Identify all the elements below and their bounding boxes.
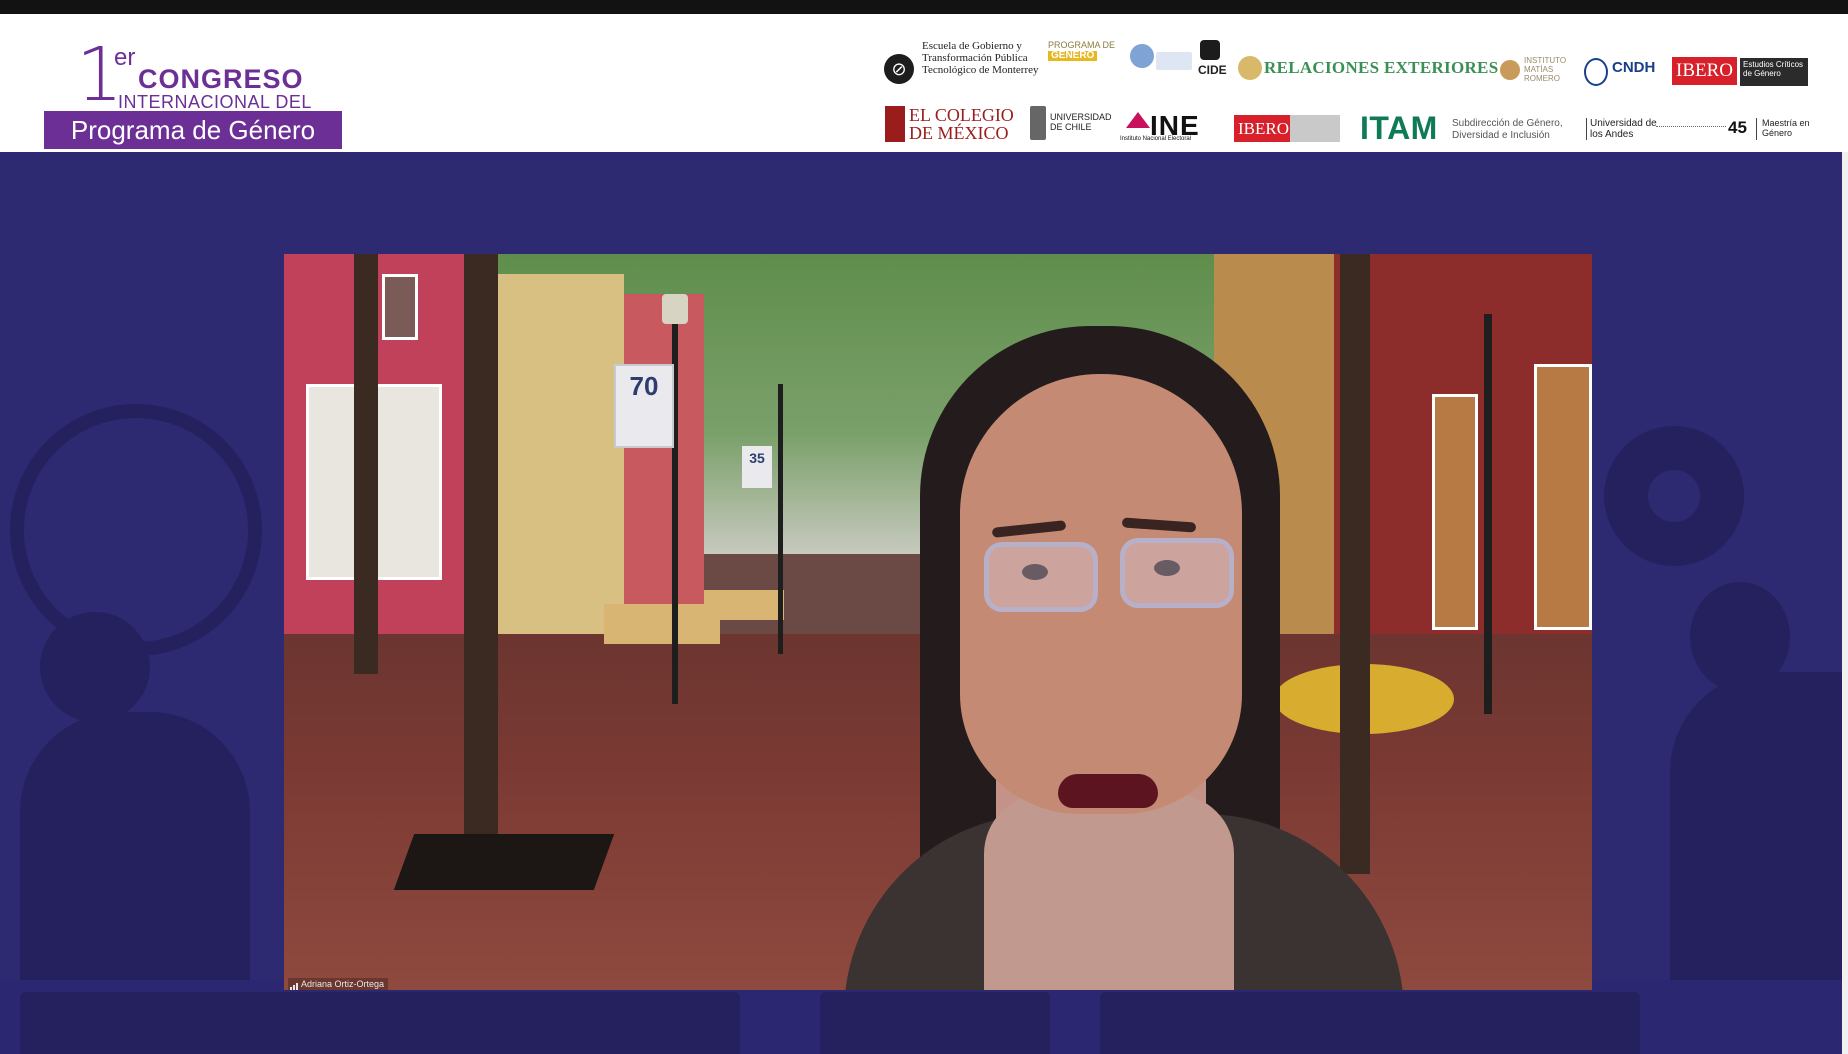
table-shape-mid <box>820 992 1050 1054</box>
ine-mark-icon <box>1126 112 1150 128</box>
top-bar <box>0 0 1848 14</box>
building-left-yellow <box>484 274 624 644</box>
participant-name: Adriana Ortiz-Ortega <box>301 979 385 989</box>
uchile-crest-icon <box>1030 106 1046 140</box>
itam-subtitle: Subdirección de Género, Diversidad e Inc… <box>1452 118 1563 142</box>
maestria-line1: Maestría en <box>1762 118 1810 128</box>
sre-seal-icon <box>1238 56 1262 80</box>
banner-sign-small: 35 <box>742 446 772 488</box>
cide-logo: CIDE <box>1198 63 1227 77</box>
cide-mark-icon <box>1200 40 1220 60</box>
table-shape-right <box>1100 992 1640 1054</box>
lamp-head <box>662 294 688 324</box>
colmex-line1: EL COLEGIO <box>909 105 1014 125</box>
participant-name-tag: Adriana Ortiz-Ortega <box>288 978 389 990</box>
university-text-icon <box>1156 52 1192 70</box>
andes-line2: los Andes <box>1590 129 1634 140</box>
cndh-logo: CNDH <box>1612 59 1656 76</box>
logo-internacional: INTERNACIONAL DEL <box>118 92 312 112</box>
silhouette-body-left <box>20 712 250 1012</box>
logo-superscript: er <box>114 44 136 71</box>
ibero-ecg-logo: Estudios Críticos de Género <box>1740 58 1808 86</box>
imr-logo: INSTITUTO MATÍAS ROMERO <box>1524 56 1566 83</box>
tree-grate <box>393 834 615 890</box>
university-seal-icon <box>1130 44 1154 68</box>
bench <box>604 604 720 644</box>
silhouette-body-right <box>1670 672 1842 1012</box>
participant-video[interactable]: 70 35 Adriana Ortiz-Ortega <box>284 254 1592 990</box>
ring-decoration-right <box>1604 426 1744 566</box>
colmex-line2: DE MÉXICO <box>909 123 1009 143</box>
sre-logo: RELACIONES EXTERIORES <box>1264 58 1499 77</box>
cndh-mark-icon <box>1584 58 1608 86</box>
bench <box>704 590 784 620</box>
uchile-line1: UNIVERSIDAD <box>1050 112 1112 122</box>
pg-line2: GÉNERO <box>1048 51 1098 61</box>
tree-trunk <box>354 254 378 674</box>
divider-2 <box>1756 118 1757 140</box>
window <box>1534 364 1592 630</box>
signal-bars-icon <box>290 979 299 990</box>
ibero-logo: IBERO <box>1672 57 1737 85</box>
andes-tagline <box>1656 126 1726 129</box>
logo-programa: Programa de Género <box>44 111 342 149</box>
uchile-line2: DE CHILE <box>1050 122 1092 132</box>
itesm-line2: Transformación Pública <box>922 52 1028 64</box>
imr-line3: ROMERO <box>1524 74 1560 83</box>
imr-line2: MATÍAS <box>1524 65 1554 74</box>
banner-sign: 70 <box>614 364 674 448</box>
ine-subtitle: Instituto Nacional Electoral <box>1120 136 1192 142</box>
table-shape-left <box>20 992 740 1054</box>
imr-line1: INSTITUTO <box>1524 56 1567 65</box>
maestria-logo: Maestría en Género <box>1762 118 1810 138</box>
person-sweater <box>984 794 1234 990</box>
andes-line1: Universidad de <box>1590 118 1657 129</box>
imr-seal-icon <box>1500 60 1520 80</box>
window <box>382 274 418 340</box>
itesm-logo-text: Escuela de Gobierno y Transformación Púb… <box>922 40 1039 76</box>
programa-genero-logo: PROGRAMA DE GÉNERO <box>1048 40 1116 74</box>
uchile-logo: UNIVERSIDAD DE CHILE <box>1050 112 1112 132</box>
building-left-pink <box>624 294 704 624</box>
ibero-grey-box <box>1290 115 1340 142</box>
sponsor-header: 1 er CONGRESO INTERNACIONAL DEL Programa… <box>0 14 1848 152</box>
itesm-logo-icon: ⊘ <box>884 54 914 84</box>
window <box>1432 394 1478 630</box>
street-lamp <box>778 384 783 654</box>
window-edge <box>1842 152 1848 1054</box>
logo-congreso: CONGRESO <box>138 64 304 94</box>
divider <box>1586 118 1587 140</box>
anniversary-number: 45 <box>1728 118 1747 137</box>
itam-sub-line2: Diversidad e Inclusión <box>1452 130 1550 141</box>
pg-line1: PROGRAMA DE <box>1048 40 1116 50</box>
tree-trunk <box>464 254 498 874</box>
itam-logo: ITAM <box>1360 110 1438 146</box>
colmex-logo: EL COLEGIO DE MÉXICO <box>909 106 1014 142</box>
andes-logo: Universidad de los Andes <box>1590 118 1657 140</box>
itam-sub-line1: Subdirección de Género, <box>1452 118 1563 129</box>
colmex-mark-icon <box>885 106 905 142</box>
glasses-right-lens <box>1120 538 1234 608</box>
itesm-line3: Tecnológico de Monterrey <box>922 64 1039 76</box>
glasses-left-lens <box>984 542 1098 612</box>
ecg-line1: Estudios Críticos <box>1743 60 1804 69</box>
itesm-line1: Escuela de Gobierno y <box>922 40 1022 52</box>
street-lamp <box>1484 314 1492 714</box>
ibero-logo-2: IBERO <box>1234 115 1293 142</box>
person-mouth <box>1058 774 1158 808</box>
ring-decoration-left <box>10 404 262 656</box>
tree-trunk <box>1340 254 1370 874</box>
ecg-line2: de Género <box>1743 69 1781 78</box>
maestria-line2: Género <box>1762 128 1793 138</box>
silhouette-head-left <box>40 612 150 722</box>
